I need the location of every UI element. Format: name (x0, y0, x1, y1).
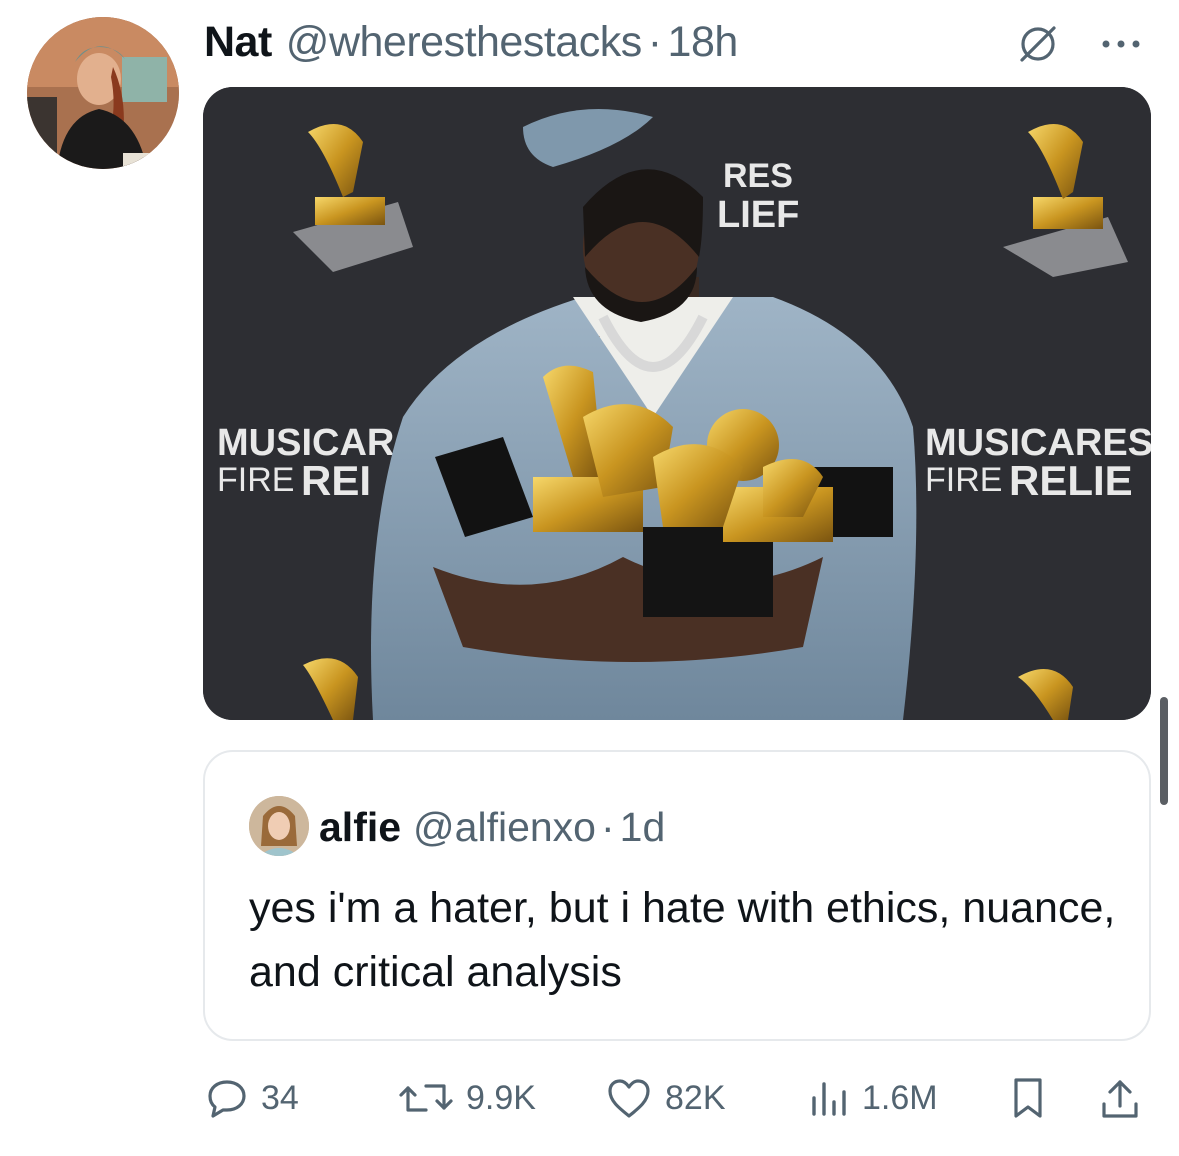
author-handle[interactable]: @wheresthestacks (286, 18, 642, 67)
quote-time[interactable]: 1d (620, 804, 666, 851)
backdrop-text-right-2: FIRE (925, 461, 1002, 499)
backdrop-text-right-3: RELIE (1009, 457, 1133, 504)
views-count: 1.6M (862, 1078, 938, 1117)
author-name[interactable]: Nat (204, 18, 272, 67)
backdrop-text-top-2: LIEF (717, 194, 799, 236)
tweet-time[interactable]: 18h (668, 18, 739, 67)
repost-icon (399, 1084, 453, 1112)
quoted-tweet[interactable]: alfie @alfienxo · 1d yes i'm a hater, bu… (203, 750, 1151, 1041)
tweet-header: Nat @wheresthestacks · 18h (204, 14, 738, 70)
reply-count: 34 (261, 1078, 299, 1117)
quote-author-handle[interactable]: @alfienxo (413, 804, 596, 851)
tweet-media-image[interactable]: MUSICAR FIRE REI MUSICARES FIRE RELIE RE… (203, 87, 1151, 720)
quote-author-avatar[interactable] (249, 796, 309, 856)
views-icon (812, 1082, 846, 1116)
more-icon[interactable] (1096, 24, 1146, 64)
backdrop-text-left-3: REI (301, 457, 371, 504)
quote-avatar-photo (249, 796, 309, 856)
backdrop-text-left-2: FIRE (217, 461, 294, 499)
quote-author-name[interactable]: alfie (319, 804, 401, 851)
views-button[interactable]: 1.6M (806, 1066, 938, 1130)
author-avatar[interactable] (27, 17, 179, 169)
quote-separator-dot: · (601, 803, 615, 850)
separator-dot: · (647, 17, 662, 66)
like-icon (608, 1079, 650, 1118)
quote-text: yes i'm a hater, but i hate with ethics,… (249, 884, 1116, 996)
bookmark-button[interactable] (1008, 1066, 1048, 1130)
repost-button[interactable]: 9.9K (398, 1066, 536, 1130)
bookmark-icon (1014, 1078, 1042, 1118)
avatar-photo (27, 17, 179, 169)
media-photo: MUSICAR FIRE REI MUSICARES FIRE RELIE RE… (203, 87, 1151, 720)
scrollbar[interactable] (1160, 697, 1168, 805)
backdrop-text-top-1: RES (723, 157, 793, 195)
reply-icon (208, 1080, 246, 1118)
quote-header: alfie @alfienxo · 1d (319, 802, 665, 852)
share-button[interactable] (1098, 1066, 1142, 1130)
action-bar: 34 9.9K 82K 1.6M (0, 1066, 1179, 1130)
like-button[interactable]: 82K (605, 1066, 726, 1130)
like-count: 82K (665, 1078, 726, 1117)
repost-count: 9.9K (466, 1078, 536, 1117)
grok-icon[interactable] (1016, 22, 1060, 66)
share-icon (1102, 1080, 1138, 1118)
reply-button[interactable]: 34 (205, 1066, 299, 1130)
